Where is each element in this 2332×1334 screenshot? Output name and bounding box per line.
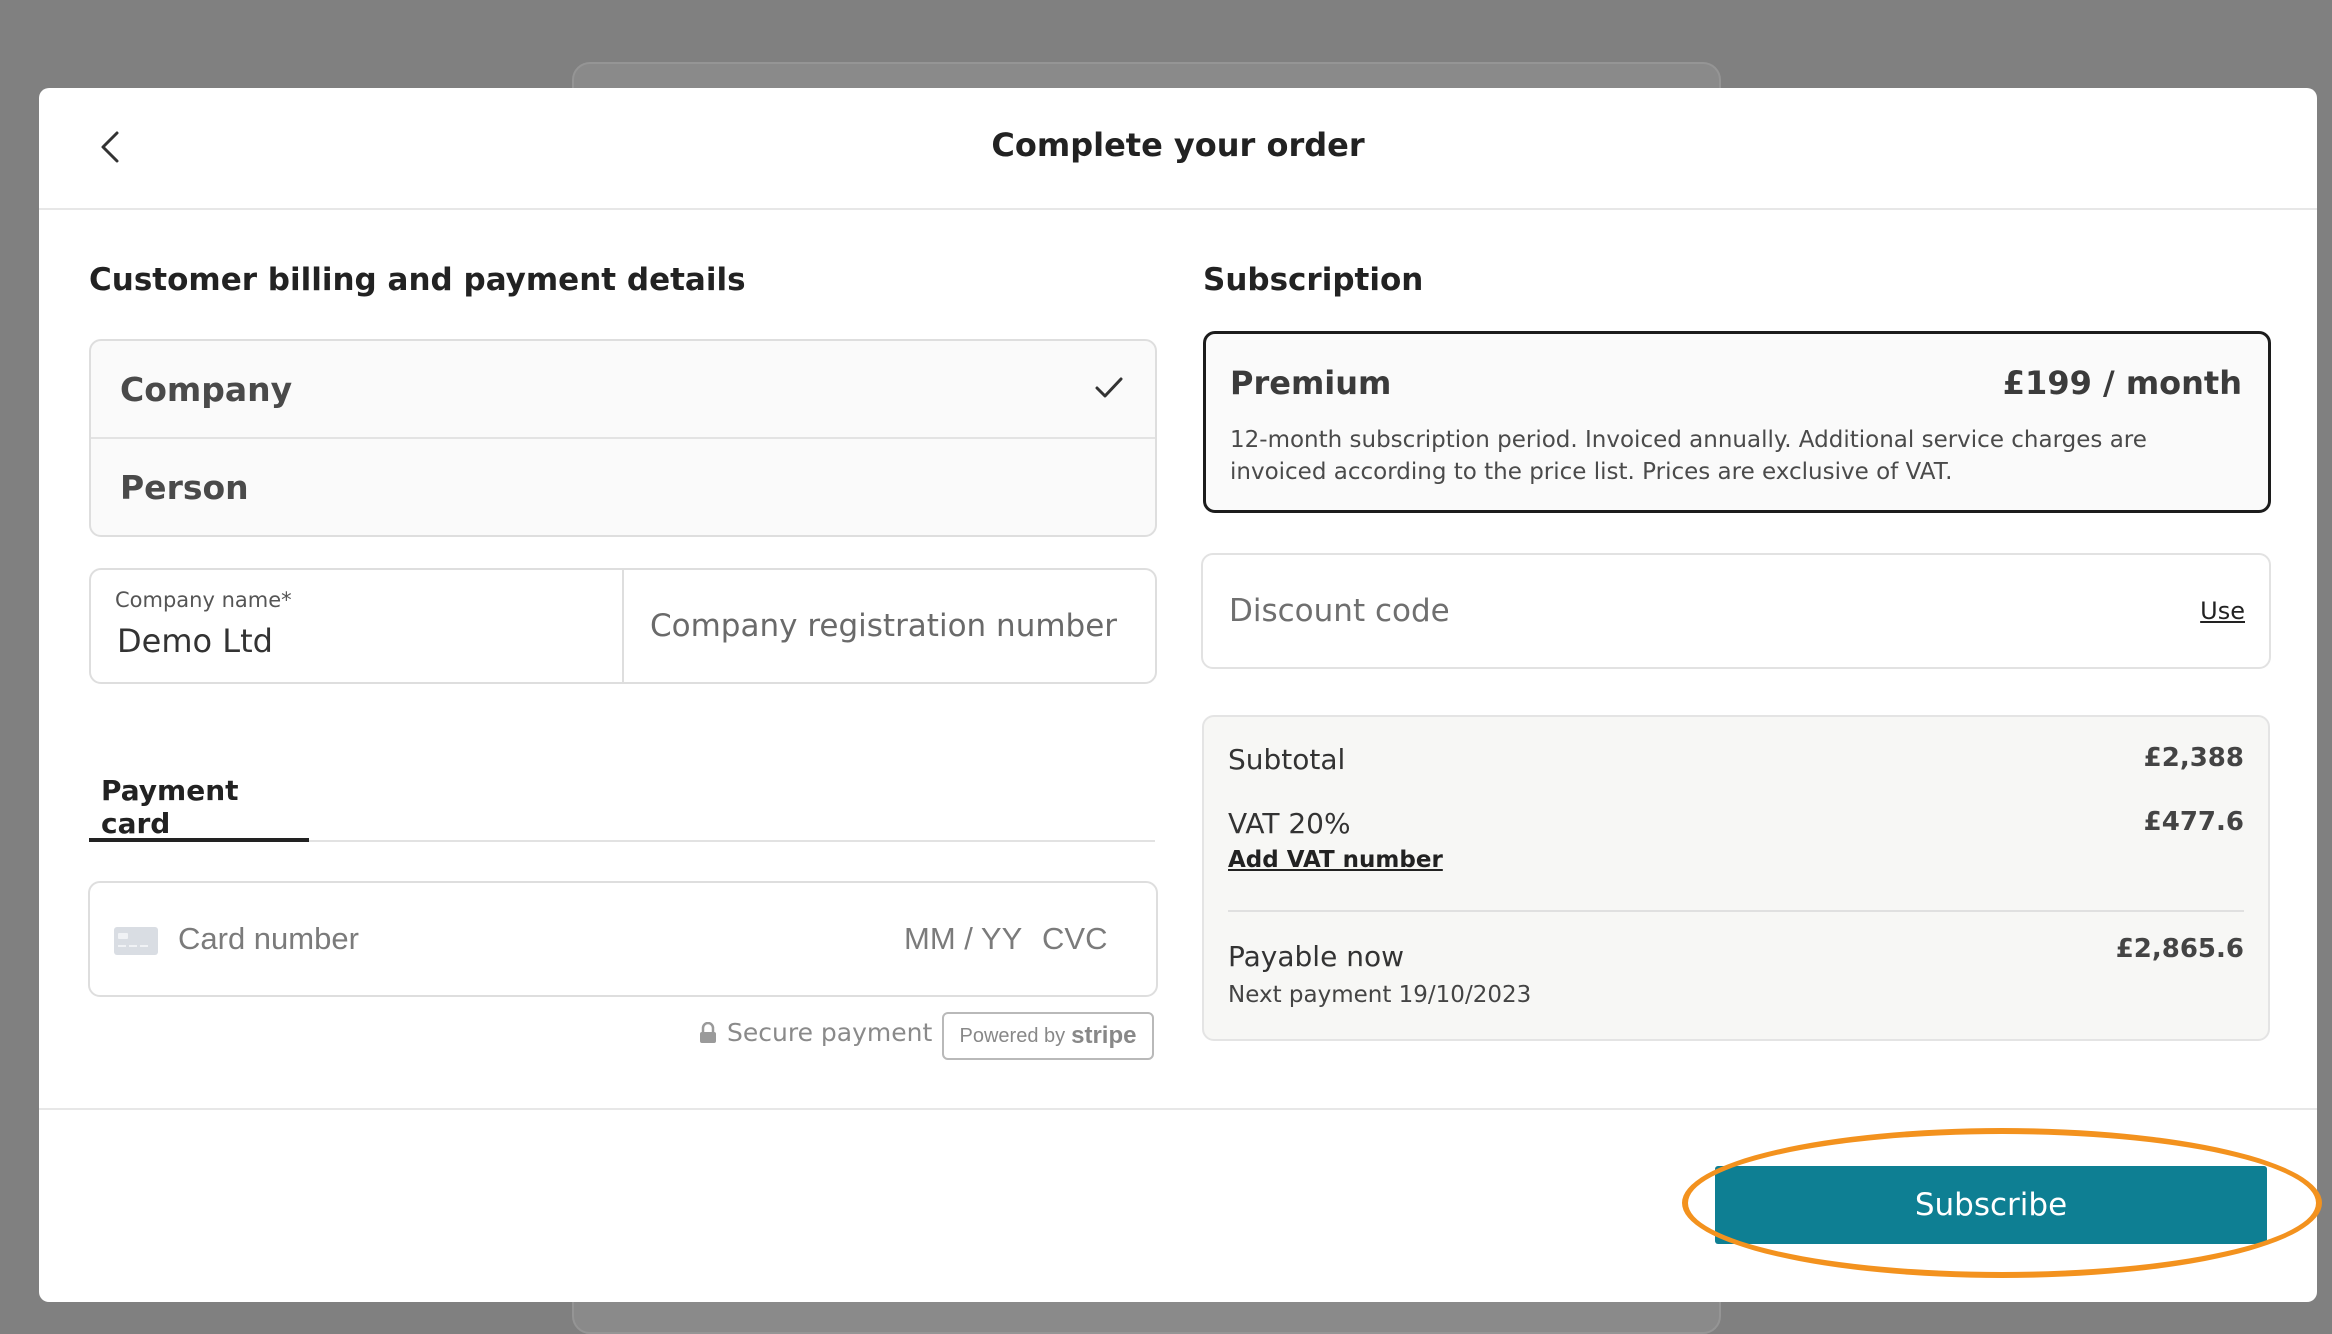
checkmark-icon [1095,377,1123,398]
customer-type-label: Company [120,369,293,409]
billing-section-title: Customer billing and payment details [89,262,746,298]
plan-description: 12-month subscription period. Invoiced a… [1230,427,2147,485]
secure-payment-label: Secure payment [727,1018,933,1047]
company-name-field[interactable]: Company name* Demo Ltd [91,570,624,682]
registration-number-field[interactable]: Company registration number [624,570,1155,682]
subscription-section-title: Subscription [1203,262,1424,298]
vat-value: £477.6 [2143,807,2244,837]
plan-price: £199 / month [2002,364,2242,402]
discount-code-field[interactable]: Discount code Use [1201,553,2271,669]
card-input[interactable]: Card number MM / YY CVC [88,881,1158,997]
add-vat-number-link[interactable]: Add VAT number [1228,847,1443,873]
lock-icon [700,1021,716,1043]
plan-name: Premium [1230,364,1392,402]
subtotal-label: Subtotal [1228,743,1346,776]
customer-type-selector: Company Person [89,339,1157,537]
credit-card-icon [114,927,158,955]
next-payment-date: Next payment 19/10/2023 [1228,982,1532,1008]
company-name-label: Company name* [115,588,292,612]
registration-number-placeholder: Company registration number [650,608,1118,644]
company-fields: Company name* Demo Ltd Company registrat… [89,568,1157,684]
customer-type-label: Person [120,467,249,507]
customer-type-person[interactable]: Person [91,439,1155,535]
powered-by-stripe-badge[interactable]: Powered by stripe [942,1012,1154,1060]
powered-by-label: Powered by [959,1024,1066,1047]
modal-header: Complete your order [39,88,2317,210]
summary-divider [1228,910,2244,912]
stripe-logo: stripe [1071,1022,1137,1049]
customer-type-company[interactable]: Company [91,341,1155,437]
payable-now-label: Payable now [1228,940,1404,973]
vat-label: VAT 20% [1228,807,1351,840]
plan-card-premium[interactable]: Premium £199 / month 12-month subscripti… [1203,331,2271,513]
secure-payment: Secure payment [699,1018,932,1047]
footer-divider [39,1108,2317,1110]
discount-code-placeholder: Discount code [1229,593,1450,629]
page-title: Complete your order [991,126,1365,164]
tab-active-indicator [89,838,309,842]
apply-discount-link[interactable]: Use [2200,597,2245,625]
card-expiry-placeholder: MM / YY [904,921,1023,956]
card-cvc-placeholder: CVC [1042,921,1108,956]
tab-label: Payment card [101,774,239,840]
order-modal: Complete your order Customer billing and… [39,88,2317,1302]
card-number-placeholder: Card number [178,921,359,956]
company-name-value: Demo Ltd [117,622,273,660]
tab-payment-card[interactable]: Payment card [89,774,309,842]
order-summary: Subtotal £2,388 VAT 20% £477.6 Add VAT n… [1202,715,2270,1041]
payable-now-value: £2,865.6 [2115,934,2244,964]
subscribe-button[interactable]: Subscribe [1715,1166,2267,1244]
subtotal-value: £2,388 [2143,743,2244,773]
